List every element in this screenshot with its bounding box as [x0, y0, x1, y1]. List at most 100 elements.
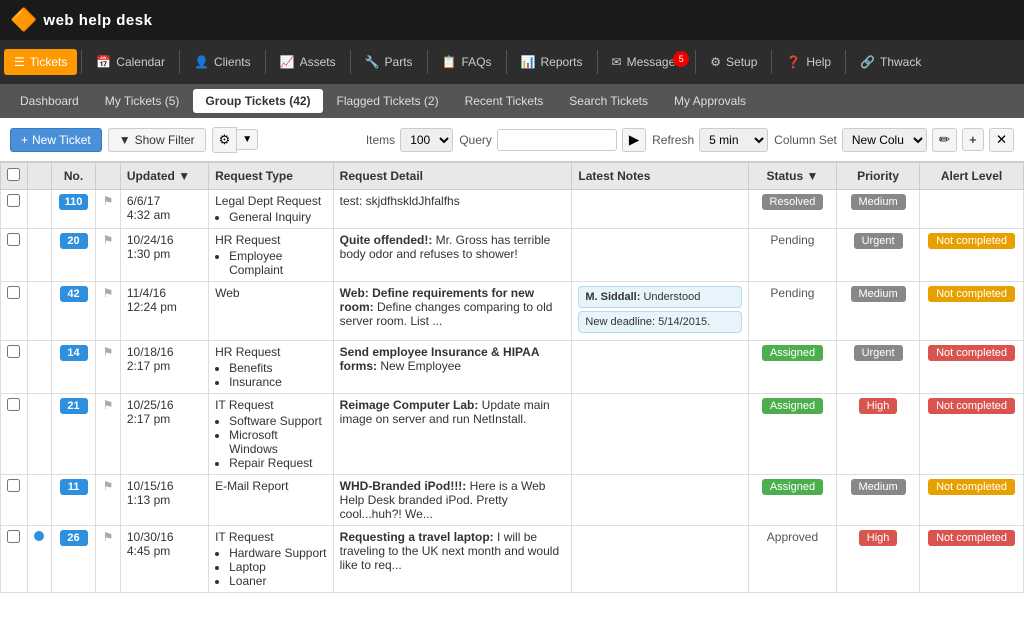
faqs-icon: 📋: [442, 55, 457, 69]
row-ticket-num[interactable]: 11: [51, 475, 95, 526]
row-alert: Not completed: [920, 526, 1024, 593]
row-checkbox[interactable]: [1, 394, 28, 475]
row-latest-notes: M. Siddall: Understood New deadline: 5/1…: [572, 282, 748, 341]
new-ticket-button[interactable]: + New Ticket: [10, 128, 102, 152]
row-checkbox[interactable]: [1, 341, 28, 394]
header-checkbox[interactable]: [1, 163, 28, 190]
row-status: Pending: [748, 282, 836, 341]
subnav-recent-tickets[interactable]: Recent Tickets: [453, 89, 556, 113]
row-req-type: IT Request Hardware SupportLaptopLoaner: [209, 526, 334, 593]
row-flag[interactable]: ⚑: [96, 229, 121, 282]
help-icon: ❓: [786, 55, 801, 69]
header-no[interactable]: No.: [51, 163, 95, 190]
header-latest-notes[interactable]: Latest Notes: [572, 163, 748, 190]
row-flag[interactable]: ⚑: [96, 282, 121, 341]
row-alert: [920, 190, 1024, 229]
row-priority: High: [837, 526, 920, 593]
query-input[interactable]: [497, 129, 617, 151]
row-ticket-num[interactable]: 26: [51, 526, 95, 593]
header-req-detail[interactable]: Request Detail: [333, 163, 572, 190]
row-priority: Medium: [837, 475, 920, 526]
row-dot: [27, 526, 51, 593]
row-checkbox[interactable]: [1, 229, 28, 282]
note-bubble: M. Siddall: Understood: [578, 286, 741, 308]
subnav-dashboard[interactable]: Dashboard: [8, 89, 91, 113]
row-flag[interactable]: ⚑: [96, 190, 121, 229]
table-row: 21 ⚑ 10/25/162:17 pm IT Request Software…: [1, 394, 1024, 475]
alert-badge: Not completed: [928, 398, 1015, 414]
nav-item-parts[interactable]: 🔧 Parts: [355, 49, 423, 75]
nav-item-thwack[interactable]: 🔗 Thwack: [850, 49, 931, 75]
row-updated: 11/4/1612:24 pm: [120, 282, 208, 341]
row-ticket-num[interactable]: 20: [51, 229, 95, 282]
query-group: Query ▶: [459, 128, 646, 152]
nav-label-faqs: FAQs: [462, 55, 492, 69]
column-set-group: Column Set New Colu ✏ + ✕: [774, 128, 1014, 152]
row-flag[interactable]: ⚑: [96, 341, 121, 394]
row-flag[interactable]: ⚑: [96, 394, 121, 475]
subnav-flagged-tickets[interactable]: Flagged Tickets (2): [325, 89, 451, 113]
row-latest-notes: [572, 394, 748, 475]
row-latest-notes: [572, 341, 748, 394]
row-checkbox[interactable]: [1, 475, 28, 526]
row-status: Assigned: [748, 394, 836, 475]
header-alert-level[interactable]: Alert Level: [920, 163, 1024, 190]
row-flag[interactable]: ⚑: [96, 526, 121, 593]
row-ticket-num[interactable]: 21: [51, 394, 95, 475]
column-set-delete-button[interactable]: ✕: [989, 128, 1014, 152]
nav-item-clients[interactable]: 👤 Clients: [184, 49, 261, 75]
nav-item-messages[interactable]: ✉ Messages 5: [602, 49, 692, 75]
row-updated: 10/24/161:30 pm: [120, 229, 208, 282]
subnav-my-tickets[interactable]: My Tickets (5): [93, 89, 192, 113]
row-checkbox[interactable]: [1, 282, 28, 341]
items-select[interactable]: 100 50 25: [400, 128, 453, 152]
reports-icon: 📊: [521, 55, 536, 69]
query-go-button[interactable]: ▶: [622, 128, 646, 152]
subnav-group-tickets[interactable]: Group Tickets (42): [193, 89, 322, 113]
nav-item-setup[interactable]: ⚙ Setup: [700, 49, 767, 75]
row-req-detail: WHD-Branded iPod!!!: Here is a Web Help …: [333, 475, 572, 526]
parts-icon: 🔧: [365, 55, 380, 69]
column-set-edit-button[interactable]: ✏: [932, 128, 957, 152]
gear-button[interactable]: ⚙: [212, 127, 238, 153]
table-row: 20 ⚑ 10/24/161:30 pm HR Request Employee…: [1, 229, 1024, 282]
header-updated[interactable]: Updated ▼: [120, 163, 208, 190]
row-checkbox[interactable]: [1, 190, 28, 229]
row-req-type: HR Request Employee Complaint: [209, 229, 334, 282]
nav-item-help[interactable]: ❓ Help: [776, 49, 841, 75]
table-row: 11 ⚑ 10/15/161:13 pm E-Mail Report WHD-B…: [1, 475, 1024, 526]
row-req-detail: test: skjdfhskldJhfalfhs: [333, 190, 572, 229]
gear-dropdown-button[interactable]: ▼: [237, 129, 258, 150]
header-status[interactable]: Status ▼: [748, 163, 836, 190]
row-ticket-num[interactable]: 42: [51, 282, 95, 341]
status-text: Pending: [770, 286, 814, 300]
row-ticket-num[interactable]: 14: [51, 341, 95, 394]
row-ticket-num[interactable]: 110: [51, 190, 95, 229]
nav-item-assets[interactable]: 📈 Assets: [270, 49, 346, 75]
subnav-search-tickets[interactable]: Search Tickets: [557, 89, 660, 113]
header-req-type[interactable]: Request Type: [209, 163, 334, 190]
row-latest-notes: [572, 526, 748, 593]
select-all-checkbox[interactable]: [7, 168, 20, 181]
column-set-add-button[interactable]: +: [962, 128, 984, 151]
row-priority: Medium: [837, 282, 920, 341]
nav-item-faqs[interactable]: 📋 FAQs: [432, 49, 502, 75]
refresh-select[interactable]: 5 min 1 min 10 min: [699, 128, 768, 152]
nav-item-calendar[interactable]: 📅 Calendar: [86, 49, 175, 75]
status-badge: Assigned: [762, 479, 823, 495]
header-priority[interactable]: Priority: [837, 163, 920, 190]
column-set-label: Column Set: [774, 133, 837, 147]
query-label: Query: [459, 133, 492, 147]
messages-badge: 5: [673, 51, 689, 67]
row-checkbox[interactable]: [1, 526, 28, 593]
nav-item-reports[interactable]: 📊 Reports: [511, 49, 593, 75]
row-flag[interactable]: ⚑: [96, 475, 121, 526]
nav-item-tickets[interactable]: ☰ Tickets: [4, 49, 77, 75]
show-filter-button[interactable]: ▼ Show Filter: [108, 128, 206, 152]
column-set-select[interactable]: New Colu: [842, 128, 927, 152]
logo: 🔶 web help desk: [10, 7, 152, 33]
subnav-my-approvals[interactable]: My Approvals: [662, 89, 758, 113]
table-header-row: No. Updated ▼ Request Type Request Detai…: [1, 163, 1024, 190]
flag-icon: ⚑: [103, 345, 114, 359]
refresh-label: Refresh: [652, 133, 694, 147]
